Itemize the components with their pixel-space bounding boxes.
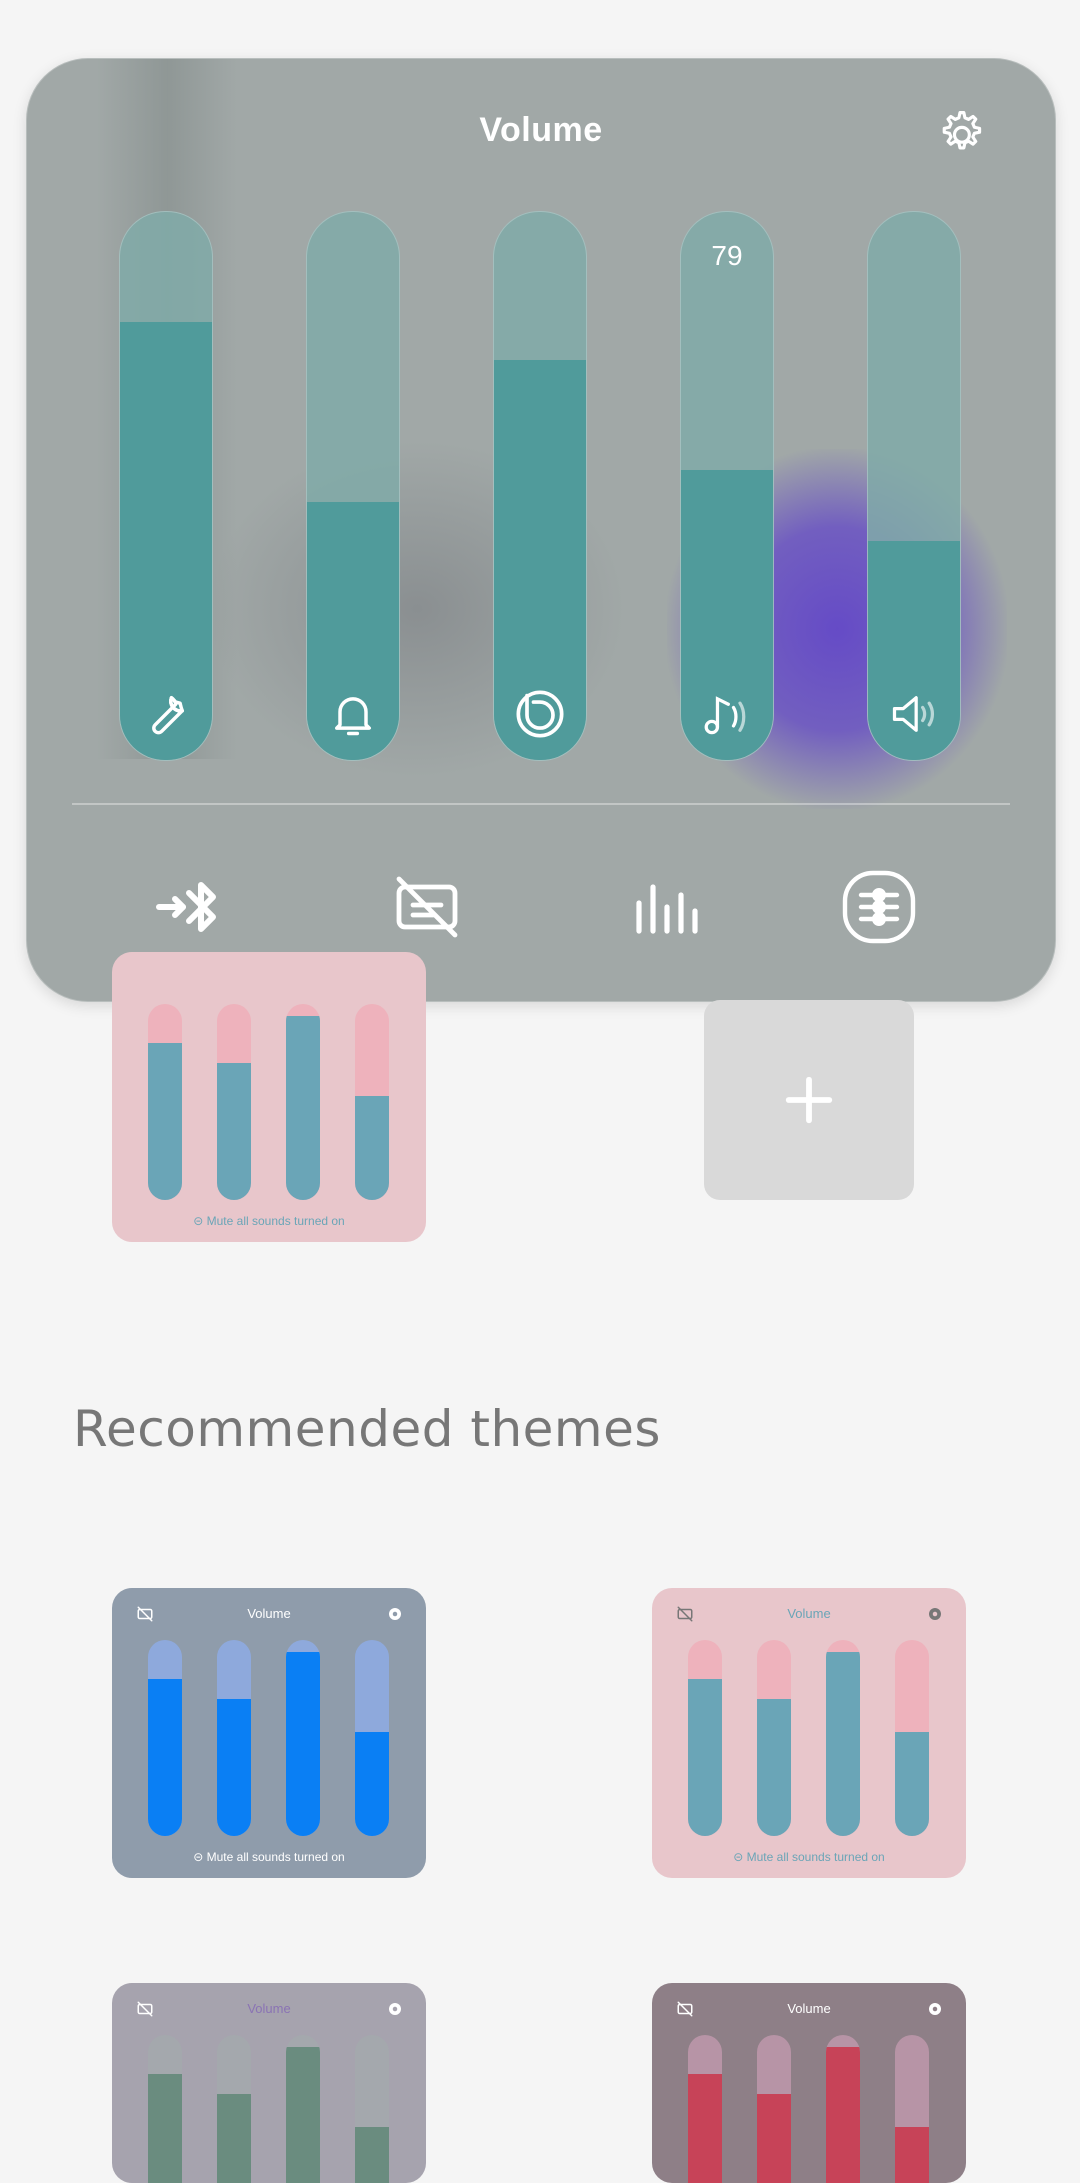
theme-bar-fill — [757, 2093, 791, 2183]
gear-icon — [389, 1608, 401, 1620]
theme-card-current[interactable]: ⊝ Mute all sounds turned on — [112, 952, 426, 1242]
theme-title: Volume — [247, 1606, 291, 1621]
theme-bar — [217, 2035, 251, 2183]
theme-bar-fill — [217, 1062, 251, 1200]
theme-title: Volume — [247, 2001, 291, 2016]
theme-bar-fill — [286, 1651, 320, 1836]
gear-icon[interactable] — [933, 107, 987, 161]
theme-card-grey[interactable]: Volume — [112, 1983, 426, 2183]
mute-status: ⊝ Mute all sounds turned on — [193, 1214, 345, 1228]
theme-bar — [286, 2035, 320, 2183]
theme-bar-fill — [688, 1679, 722, 1836]
theme-bar — [757, 1640, 791, 1836]
slider-system[interactable] — [119, 211, 213, 761]
panel-divider — [72, 803, 1010, 805]
slider-bixby[interactable] — [493, 211, 587, 761]
theme-bar — [217, 1640, 251, 1836]
bixby-icon — [516, 690, 564, 738]
gear-icon — [389, 2003, 401, 2015]
theme-bar-fill — [148, 1043, 182, 1200]
theme-bar-fill — [148, 1679, 182, 1836]
theme-title: Volume — [787, 1606, 831, 1621]
theme-bar — [355, 1640, 389, 1836]
theme-bar-fill — [895, 1732, 929, 1836]
theme-bar-fill — [688, 2074, 722, 2183]
theme-bar — [217, 1004, 251, 1200]
volume-panel: Volume 79 — [26, 58, 1056, 1002]
mute-status: ⊝ Mute all sounds turned on — [733, 1850, 885, 1864]
theme-bar-fill — [826, 2046, 860, 2183]
wrench-icon — [152, 696, 184, 735]
theme-bar-fill — [355, 1732, 389, 1836]
theme-bar-fill — [217, 2093, 251, 2183]
theme-bar — [895, 2035, 929, 2183]
theme-bar — [355, 1004, 389, 1200]
theme-bar — [148, 2035, 182, 2183]
theme-bar-fill — [757, 1698, 791, 1836]
music-note-icon — [704, 696, 746, 735]
slider-speaker[interactable] — [867, 211, 961, 761]
bell-icon — [335, 697, 371, 736]
speaker-icon — [892, 696, 935, 732]
panel-title: Volume — [479, 111, 603, 149]
mute-status: ⊝ Mute all sounds turned on — [193, 1850, 345, 1864]
theme-bar-fill — [355, 2127, 389, 2183]
theme-bar — [286, 1004, 320, 1200]
theme-card-pink[interactable]: Volume ⊝ Mute all sounds turned on — [652, 1588, 966, 1878]
gear-icon — [929, 1608, 941, 1620]
settings-sliders-icon[interactable] — [839, 867, 919, 947]
theme-bar — [286, 1640, 320, 1836]
slider-value: 79 — [711, 240, 743, 271]
theme-bar — [355, 2035, 389, 2183]
section-title: Recommended themes — [73, 1400, 661, 1458]
theme-bar — [148, 1004, 182, 1200]
slider-media[interactable]: 79 — [680, 211, 774, 761]
theme-bar — [688, 1640, 722, 1836]
theme-bar-fill — [895, 2127, 929, 2183]
no-notification-icon[interactable] — [387, 867, 467, 947]
equalizer-icon[interactable] — [623, 867, 703, 947]
theme-bar-fill — [826, 1651, 860, 1836]
theme-bar-fill — [286, 2046, 320, 2183]
theme-bar — [826, 1640, 860, 1836]
add-theme-button[interactable] — [704, 1000, 914, 1200]
theme-bar — [688, 2035, 722, 2183]
gear-icon — [929, 2003, 941, 2015]
theme-title: Volume — [787, 2001, 831, 2016]
plus-icon — [785, 1076, 833, 1124]
theme-bar-fill — [148, 2074, 182, 2183]
theme-bar — [148, 1640, 182, 1836]
theme-bar-fill — [286, 1015, 320, 1200]
theme-bar-fill — [355, 1096, 389, 1200]
theme-bar-fill — [217, 1698, 251, 1836]
theme-bar — [826, 2035, 860, 2183]
theme-card-blue[interactable]: Volume ⊝ Mute all sounds turned on — [112, 1588, 426, 1878]
theme-card-rose[interactable]: Volume — [652, 1983, 966, 2183]
bluetooth-icon[interactable] — [151, 867, 231, 947]
theme-bar — [895, 1640, 929, 1836]
slider-ringtone[interactable] — [306, 211, 400, 761]
theme-bar — [757, 2035, 791, 2183]
